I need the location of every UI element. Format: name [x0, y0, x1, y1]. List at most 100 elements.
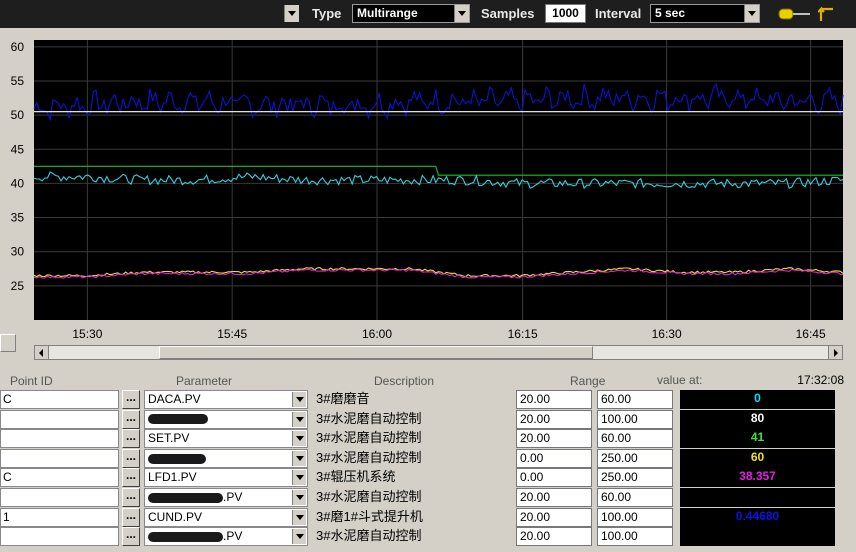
- browse-button[interactable]: ...: [122, 429, 140, 449]
- range-max-input[interactable]: 100.00: [597, 409, 673, 429]
- parameter-value: DACA.PV: [148, 392, 201, 406]
- header-point-id: Point ID: [10, 374, 53, 388]
- horizontal-scrollbar[interactable]: [34, 345, 843, 360]
- chevron-down-icon: [454, 5, 469, 22]
- y-tick-label: 40: [11, 176, 25, 190]
- range-min-input[interactable]: 20.00: [516, 488, 592, 507]
- current-value: 60: [680, 448, 835, 468]
- scroll-thumb[interactable]: [159, 346, 593, 359]
- browse-button[interactable]: ...: [122, 507, 140, 527]
- point-id-input[interactable]: C: [0, 390, 119, 409]
- chevron-down-icon: [292, 529, 306, 545]
- range-min-input[interactable]: 0.00: [516, 448, 592, 468]
- x-tick-label: 16:45: [796, 327, 826, 341]
- range-min-input[interactable]: 20.00: [516, 429, 592, 449]
- table-row: 1... CUND.PV 3#磨1#斗式提升机 20.00 100.00 0.44680: [0, 507, 856, 527]
- parameter-select[interactable]: CUND.PV: [144, 507, 308, 527]
- x-tick-label: 16:15: [508, 327, 538, 341]
- samples-input[interactable]: 1000: [545, 4, 586, 23]
- range-max-input[interactable]: 60.00: [597, 390, 673, 409]
- parameter-value: CUND.PV: [148, 509, 203, 524]
- parameter-select[interactable]: .PV: [144, 488, 308, 507]
- table-row: ... .PV 3#水泥磨自动控制 20.00 100.00: [0, 527, 856, 547]
- range-max-input[interactable]: 100.00: [597, 527, 673, 547]
- description-text: 3#磨磨音: [316, 391, 370, 406]
- table-row: ... SET.PV 3#水泥磨自动控制 20.00 60.00 41: [0, 429, 856, 449]
- y-tick-label: 45: [11, 142, 25, 156]
- point-id-input[interactable]: [0, 488, 119, 507]
- range-max-input[interactable]: 250.00: [597, 468, 673, 488]
- type-label: Type: [312, 6, 342, 21]
- current-value: 0.44680: [680, 507, 835, 527]
- range-min-input[interactable]: 20.00: [516, 507, 592, 527]
- current-value: 80: [680, 409, 835, 429]
- browse-button[interactable]: ...: [122, 488, 140, 507]
- description-text: 3#水泥磨自动控制: [316, 528, 422, 544]
- screwdriver-icon[interactable]: [778, 7, 812, 21]
- point-id-input[interactable]: [0, 429, 119, 449]
- range-min-input[interactable]: 20.00: [516, 390, 592, 409]
- chevron-down-icon: [292, 490, 306, 505]
- point-id-input[interactable]: [0, 527, 119, 547]
- parameter-select[interactable]: DACA.PV: [144, 390, 308, 409]
- browse-button[interactable]: ...: [122, 409, 140, 429]
- x-tick-label: 16:30: [652, 327, 682, 341]
- range-max-input[interactable]: 100.00: [597, 507, 673, 527]
- first-dropdown-button[interactable]: [284, 5, 299, 22]
- description-text: 3#水泥磨自动控制: [316, 430, 422, 446]
- point-id-input[interactable]: [0, 448, 119, 468]
- point-id-input[interactable]: [0, 409, 119, 429]
- point-id-input[interactable]: C: [0, 468, 119, 488]
- description-text: 3#水泥磨自动控制: [316, 489, 422, 504]
- parameter-select[interactable]: SET.PV: [144, 429, 308, 449]
- interval-select[interactable]: 5 sec: [650, 4, 760, 23]
- trend-chart-svg: 25 30 35 40 45 50 55 60 15:30 15:45 16:00 16:15 16:…: [11, 40, 844, 341]
- up-arrow-icon[interactable]: [818, 4, 836, 22]
- value-at-time: 17:32:08: [797, 373, 844, 387]
- description-text: 3#辊压机系统: [316, 469, 396, 485]
- parameter-select[interactable]: [144, 409, 308, 429]
- scroll-right-button[interactable]: [828, 346, 842, 359]
- y-tick-label: 35: [11, 211, 25, 225]
- chevron-down-icon: [292, 509, 306, 525]
- y-tick-label: 30: [11, 245, 25, 259]
- range-max-input[interactable]: 60.00: [597, 429, 673, 449]
- header-range: Range: [570, 374, 606, 388]
- chevron-down-icon: [292, 470, 306, 486]
- chevron-down-icon: [292, 411, 306, 427]
- browse-button[interactable]: ...: [122, 390, 140, 409]
- interval-label: Interval: [595, 6, 642, 21]
- current-value: 38.357: [680, 468, 835, 488]
- current-value: 0: [680, 390, 835, 409]
- chevron-down-icon: [292, 450, 306, 466]
- browse-button[interactable]: ...: [122, 448, 140, 468]
- range-max-input[interactable]: 250.00: [597, 448, 673, 468]
- type-select[interactable]: Multirange: [352, 4, 470, 23]
- side-toggle-button[interactable]: [0, 334, 16, 352]
- table-row: ... .PV 3#水泥磨自动控制 20.00 60.00: [0, 488, 856, 507]
- range-min-input[interactable]: 0.00: [516, 468, 592, 488]
- browse-button[interactable]: ...: [122, 527, 140, 547]
- description-text: 3#水泥磨自动控制: [316, 449, 422, 465]
- range-min-input[interactable]: 20.00: [516, 409, 592, 429]
- parameter-value: .PV: [223, 529, 243, 544]
- header-description: Description: [374, 374, 435, 388]
- x-tick-label: 16:00: [362, 327, 392, 341]
- range-max-input[interactable]: 60.00: [597, 488, 673, 507]
- chevron-down-icon: [744, 5, 759, 22]
- parameter-select[interactable]: [144, 448, 308, 468]
- redacted-mark: [148, 453, 206, 464]
- chevron-down-icon: [292, 431, 306, 447]
- parameter-select[interactable]: LFD1.PV: [144, 468, 308, 488]
- parameter-select[interactable]: .PV: [144, 527, 308, 547]
- browse-button[interactable]: ...: [122, 468, 140, 488]
- point-id-input[interactable]: 1: [0, 507, 119, 527]
- range-min-input[interactable]: 20.00: [516, 527, 592, 547]
- header-value-at: value at:: [657, 373, 703, 387]
- description-text: 3#水泥磨自动控制: [316, 410, 422, 426]
- parameter-value: SET.PV: [148, 431, 190, 446]
- toolbar: Type Multirange Samples 1000 Interval 5 …: [0, 0, 856, 28]
- scroll-left-button[interactable]: [35, 346, 49, 359]
- table-row: C... DACA.PV 3#磨磨音 20.00 60.00 0: [0, 390, 856, 409]
- type-select-value: Multirange: [357, 6, 418, 20]
